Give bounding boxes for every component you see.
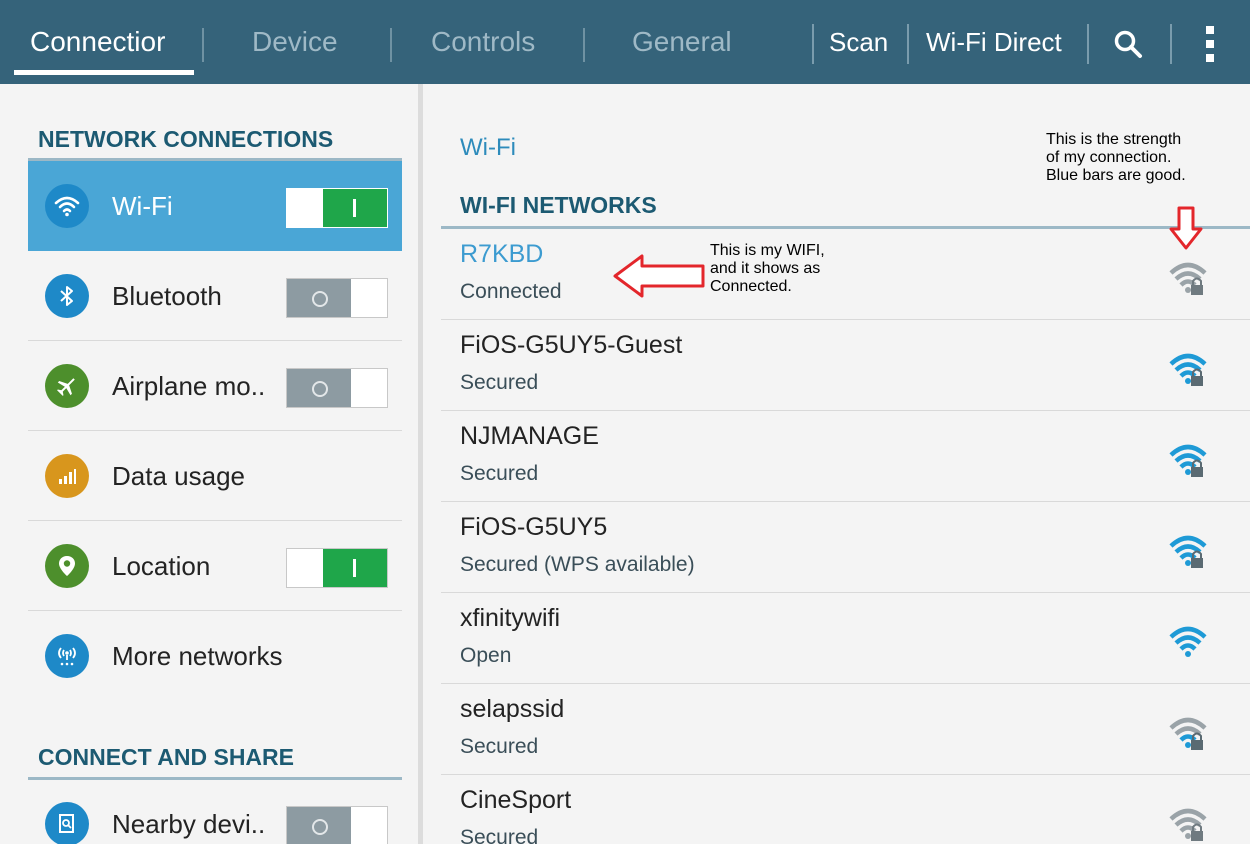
network-status: Open bbox=[460, 644, 512, 667]
wifi-toggle[interactable] bbox=[286, 188, 388, 228]
network-ssid: FiOS-G5UY5 bbox=[460, 513, 608, 541]
annotation-line: This is my WIFI, bbox=[710, 242, 825, 259]
network-status: Connected bbox=[460, 280, 562, 303]
network-status: Secured (WPS available) bbox=[460, 553, 695, 576]
sidebar-item-data-usage[interactable]: Data usage bbox=[28, 431, 402, 521]
network-status: Secured bbox=[460, 826, 539, 844]
nearby-devices-icon bbox=[45, 802, 89, 844]
sidebar-item-label: More networks bbox=[112, 641, 283, 671]
network-row-cinesport[interactable]: CineSport Secured bbox=[441, 775, 1250, 844]
network-row-xfinitywifi[interactable]: xfinitywifi Open bbox=[441, 593, 1250, 684]
overflow-menu-icon[interactable] bbox=[1200, 0, 1224, 84]
location-toggle[interactable] bbox=[286, 548, 388, 588]
wifi-detail-pane: Wi-Fi WI-FI NETWORKS R7KBD Connected FiO… bbox=[423, 84, 1250, 844]
network-status: Secured bbox=[460, 371, 539, 394]
bluetooth-toggle[interactable] bbox=[286, 278, 388, 318]
top-tab-bar: Connectior Device Controls General Scan … bbox=[0, 0, 1250, 84]
toggle-off-knob bbox=[287, 807, 351, 844]
annotation-arrow-left-icon bbox=[613, 254, 705, 298]
sidebar-item-label: Wi-Fi bbox=[112, 191, 173, 221]
wifi-signal-locked-icon bbox=[1169, 808, 1207, 841]
wifi-signal-locked-icon bbox=[1169, 353, 1207, 386]
action-divider bbox=[812, 24, 814, 64]
data-usage-icon bbox=[45, 454, 89, 498]
wifi-networks-heading: WI-FI NETWORKS bbox=[460, 192, 657, 218]
nearby-devices-toggle[interactable] bbox=[286, 806, 388, 844]
toggle-on-knob bbox=[323, 549, 387, 587]
sidebar-item-label: Data usage bbox=[112, 461, 245, 491]
toggle-off-knob bbox=[287, 369, 351, 407]
annotation-line: Blue bars are good. bbox=[1046, 167, 1186, 184]
search-icon[interactable] bbox=[1113, 0, 1149, 84]
network-ssid: selapssid bbox=[460, 695, 565, 723]
toggle-off-knob bbox=[287, 279, 351, 317]
wifi-signal-locked-icon bbox=[1169, 444, 1207, 477]
action-divider bbox=[1087, 24, 1089, 64]
network-ssid: FiOS-G5UY5-Guest bbox=[460, 331, 683, 359]
wifi-direct-button[interactable]: Wi-Fi Direct bbox=[926, 0, 1062, 84]
more-networks-icon bbox=[45, 634, 89, 678]
action-divider bbox=[907, 24, 909, 64]
airplane-icon bbox=[45, 364, 89, 408]
sidebar-item-label: Airplane mo.. bbox=[112, 371, 266, 401]
action-divider bbox=[1170, 24, 1172, 64]
location-icon bbox=[45, 544, 89, 588]
annotation-line: and it shows as bbox=[710, 260, 821, 277]
connect-and-share-heading: CONNECT AND SHARE bbox=[38, 744, 294, 770]
section-divider bbox=[28, 777, 402, 780]
sidebar-item-airplane-mode[interactable]: Airplane mo.. bbox=[28, 341, 402, 431]
wifi-signal-locked-icon bbox=[1169, 717, 1207, 750]
sidebar-item-label: Nearby devi.. bbox=[112, 809, 266, 839]
sidebar-item-label: Bluetooth bbox=[112, 281, 222, 311]
annotation-my-wifi: This is my WIFI, and it shows as Connect… bbox=[710, 242, 825, 296]
tab-general[interactable]: General bbox=[632, 0, 732, 84]
annotation-arrow-down-icon bbox=[1169, 206, 1203, 250]
airplane-mode-toggle[interactable] bbox=[286, 368, 388, 408]
wifi-signal-icon bbox=[1169, 626, 1207, 657]
active-tab-indicator bbox=[14, 70, 194, 75]
wifi-signal-locked-icon bbox=[1169, 262, 1207, 295]
network-row-fios[interactable]: FiOS-G5UY5 Secured (WPS available) bbox=[441, 502, 1250, 593]
page-title: Wi-Fi bbox=[460, 134, 516, 161]
scan-button[interactable]: Scan bbox=[829, 0, 888, 84]
tab-device[interactable]: Device bbox=[252, 0, 338, 84]
sidebar-item-location[interactable]: Location bbox=[28, 521, 402, 611]
sidebar-item-bluetooth[interactable]: Bluetooth bbox=[28, 251, 402, 341]
annotation-strength: This is the strength of my connection. B… bbox=[1046, 131, 1186, 185]
sidebar-item-wifi[interactable]: Wi-Fi bbox=[28, 161, 402, 251]
network-ssid: R7KBD bbox=[460, 240, 544, 268]
network-row-r7kbd[interactable]: R7KBD Connected bbox=[441, 229, 1250, 320]
sidebar-item-label: Location bbox=[112, 551, 211, 581]
wifi-signal-locked-icon bbox=[1169, 535, 1207, 568]
settings-screen: Connectior Device Controls General Scan … bbox=[0, 0, 1250, 844]
wifi-icon bbox=[45, 184, 89, 228]
network-row-njmanage[interactable]: NJMANAGE Secured bbox=[441, 411, 1250, 502]
network-status: Secured bbox=[460, 462, 539, 485]
sidebar-item-more-networks[interactable]: More networks bbox=[28, 611, 402, 701]
network-ssid: CineSport bbox=[460, 786, 572, 814]
network-row-fios-guest[interactable]: FiOS-G5UY5-Guest Secured bbox=[441, 320, 1250, 411]
tab-divider bbox=[583, 28, 585, 62]
annotation-line: This is the strength bbox=[1046, 131, 1182, 148]
annotation-line: Connected. bbox=[710, 278, 792, 295]
network-ssid: xfinitywifi bbox=[460, 604, 561, 632]
network-ssid: NJMANAGE bbox=[460, 422, 599, 450]
annotation-line: of my connection. bbox=[1046, 149, 1172, 166]
tab-divider bbox=[390, 28, 392, 62]
network-connections-heading: NETWORK CONNECTIONS bbox=[38, 126, 334, 152]
toggle-on-knob bbox=[323, 189, 387, 227]
network-row-selapssid[interactable]: selapssid Secured bbox=[441, 684, 1250, 775]
tab-divider bbox=[202, 28, 204, 62]
tab-controls[interactable]: Controls bbox=[431, 0, 535, 84]
sidebar-item-nearby-devices[interactable]: Nearby devi.. bbox=[28, 782, 402, 844]
bluetooth-icon bbox=[45, 274, 89, 318]
settings-category-pane: NETWORK CONNECTIONS Wi-Fi Bluetooth Airp… bbox=[0, 84, 420, 844]
network-status: Secured bbox=[460, 735, 539, 758]
